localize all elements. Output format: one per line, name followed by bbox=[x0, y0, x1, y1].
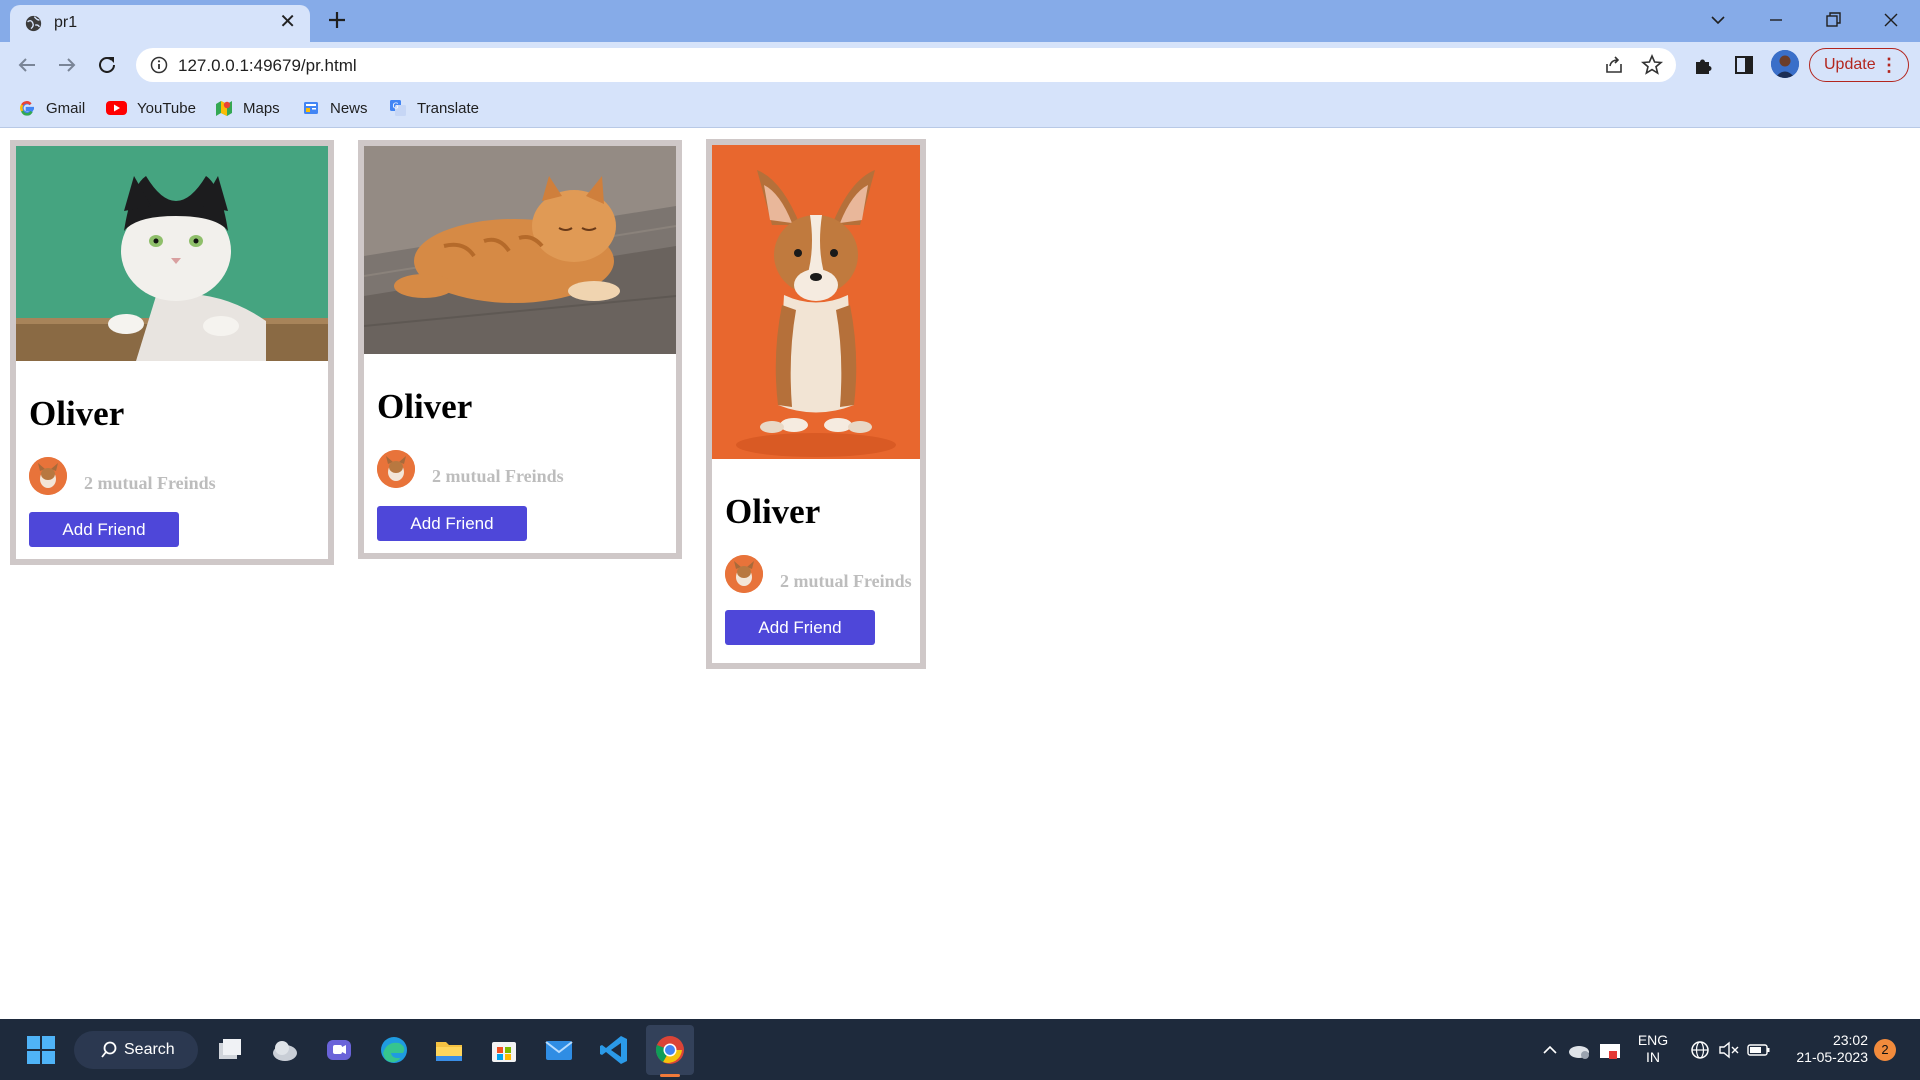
friend-name: Oliver bbox=[377, 387, 473, 426]
profile-person-icon bbox=[1771, 50, 1799, 78]
search-icon bbox=[101, 1041, 117, 1058]
page-content: Oliver 2 mutual Freinds Add Friend Olive… bbox=[0, 129, 1920, 1019]
close-window-icon[interactable] bbox=[1876, 6, 1906, 34]
extensions-puzzle-icon[interactable] bbox=[1692, 53, 1716, 77]
battery-icon[interactable] bbox=[1746, 1033, 1772, 1067]
bookmark-label: Maps bbox=[243, 99, 280, 117]
notification-badge[interactable]: 2 bbox=[1874, 1039, 1896, 1061]
speaker-muted-icon[interactable] bbox=[1717, 1033, 1741, 1067]
url-text: 127.0.0.1:49679/pr.html bbox=[178, 56, 357, 75]
bookmark-star-icon[interactable] bbox=[1640, 53, 1664, 77]
clock-date: 21-05-2023 bbox=[1796, 1049, 1868, 1065]
clock-time: 23:02 bbox=[1832, 1032, 1868, 1048]
taskbar-search[interactable]: Search bbox=[74, 1031, 198, 1069]
globe-icon bbox=[25, 15, 42, 32]
task-view-icon[interactable] bbox=[213, 1033, 247, 1067]
friend-name: Oliver bbox=[725, 492, 821, 531]
add-friend-button[interactable]: Add Friend bbox=[377, 506, 527, 541]
puppy-thumbnail-icon bbox=[29, 457, 67, 495]
mutual-friend-avatar bbox=[377, 450, 415, 488]
restore-icon[interactable] bbox=[1818, 6, 1848, 34]
search-label: Search bbox=[124, 1041, 175, 1058]
language-code: ENG bbox=[1637, 1032, 1669, 1048]
microsoft-store-icon[interactable] bbox=[487, 1033, 521, 1067]
mail-icon[interactable] bbox=[542, 1033, 576, 1067]
friend-card: Oliver 2 mutual Freinds Add Friend bbox=[10, 140, 334, 565]
update-button[interactable]: Update ⋮ bbox=[1809, 48, 1909, 82]
svg-text:G: G bbox=[393, 102, 399, 111]
show-hidden-icons-chevron[interactable] bbox=[1538, 1033, 1562, 1067]
windows-start-icon[interactable] bbox=[24, 1033, 58, 1067]
mutual-friends-text: 2 mutual Freinds bbox=[432, 466, 564, 486]
address-bar[interactable]: 127.0.0.1:49679/pr.html bbox=[136, 48, 1676, 82]
news-icon bbox=[304, 102, 318, 114]
meet-now-icon[interactable] bbox=[1597, 1033, 1623, 1067]
tab-title: pr1 bbox=[54, 14, 78, 31]
file-explorer-icon[interactable] bbox=[432, 1033, 466, 1067]
windows-taskbar: Search ENG IN 23:02 21-05-2023 2 bbox=[0, 1019, 1920, 1080]
youtube-icon bbox=[106, 101, 127, 115]
weather-cloud-icon[interactable] bbox=[268, 1033, 302, 1067]
bookmark-label: YouTube bbox=[137, 99, 196, 117]
cat-photo-black-white bbox=[16, 146, 328, 361]
tab-close-icon[interactable]: ✕ bbox=[279, 12, 296, 32]
maps-icon bbox=[216, 101, 232, 116]
screen: pr1 ✕ 127.0.0.1:49679/pr.html Update ⋮ G… bbox=[0, 0, 1920, 1080]
cat-photo-orange bbox=[364, 146, 676, 354]
bookmark-label: Gmail bbox=[46, 99, 86, 117]
reload-icon[interactable] bbox=[95, 53, 119, 77]
chrome-icon[interactable] bbox=[653, 1033, 687, 1067]
profile-avatar[interactable] bbox=[1771, 50, 1799, 78]
google-icon bbox=[20, 101, 34, 116]
teams-chat-icon[interactable] bbox=[322, 1033, 356, 1067]
friend-card: Oliver 2 mutual Freinds Add Friend bbox=[358, 140, 682, 559]
clock[interactable]: 23:02 21-05-2023 bbox=[1780, 1032, 1868, 1066]
forward-arrow-icon[interactable] bbox=[55, 53, 79, 77]
friend-name: Oliver bbox=[29, 394, 125, 433]
edge-browser-icon[interactable] bbox=[377, 1033, 411, 1067]
menu-dots-icon: ⋮ bbox=[1880, 55, 1898, 75]
add-friend-button[interactable]: Add Friend bbox=[725, 610, 875, 645]
language-region: IN bbox=[1646, 1049, 1660, 1065]
site-info-icon[interactable] bbox=[150, 56, 168, 74]
vscode-icon[interactable] bbox=[597, 1033, 631, 1067]
friend-card: Oliver 2 mutual Freinds Add Friend bbox=[706, 139, 926, 669]
bookmark-news[interactable]: News bbox=[302, 97, 368, 119]
bookmark-gmail[interactable]: Gmail bbox=[18, 97, 85, 119]
back-arrow-icon[interactable] bbox=[15, 53, 39, 77]
mutual-friend-avatar bbox=[725, 555, 763, 593]
bookmark-youtube[interactable]: YouTube bbox=[106, 97, 196, 119]
network-globe-icon[interactable] bbox=[1688, 1033, 1712, 1067]
onedrive-cloud-icon[interactable] bbox=[1566, 1033, 1592, 1067]
language-indicator[interactable]: ENG IN bbox=[1636, 1032, 1670, 1066]
active-app-indicator bbox=[660, 1074, 680, 1077]
share-icon[interactable] bbox=[1602, 53, 1626, 77]
tab-search-chevron-icon[interactable] bbox=[1703, 6, 1733, 34]
tab-strip: pr1 ✕ bbox=[0, 0, 1920, 42]
side-panel-icon[interactable] bbox=[1732, 53, 1756, 77]
add-friend-button[interactable]: Add Friend bbox=[29, 512, 179, 547]
translate-icon: G bbox=[390, 100, 406, 116]
browser-tab[interactable]: pr1 ✕ bbox=[10, 5, 310, 42]
bookmark-maps[interactable]: Maps bbox=[215, 97, 280, 119]
puppy-thumbnail-icon bbox=[377, 450, 415, 488]
mutual-friends-text: 2 mutual Freinds bbox=[780, 571, 912, 591]
mutual-friend-avatar bbox=[29, 457, 67, 495]
mutual-friends-text: 2 mutual Freinds bbox=[84, 473, 216, 493]
puppy-photo-corgi bbox=[712, 145, 920, 459]
bookmark-translate[interactable]: G Translate bbox=[389, 97, 479, 119]
minimize-icon[interactable] bbox=[1761, 6, 1791, 34]
bookmarks-bar: Gmail YouTube Maps News G Translate bbox=[0, 88, 1920, 128]
bookmark-label: Translate bbox=[417, 99, 479, 117]
bookmark-label: News bbox=[330, 99, 368, 117]
new-tab-plus-icon[interactable] bbox=[325, 8, 349, 32]
puppy-thumbnail-icon bbox=[725, 555, 763, 593]
update-label: Update bbox=[1824, 56, 1876, 73]
browser-toolbar: 127.0.0.1:49679/pr.html Update ⋮ bbox=[0, 42, 1920, 88]
